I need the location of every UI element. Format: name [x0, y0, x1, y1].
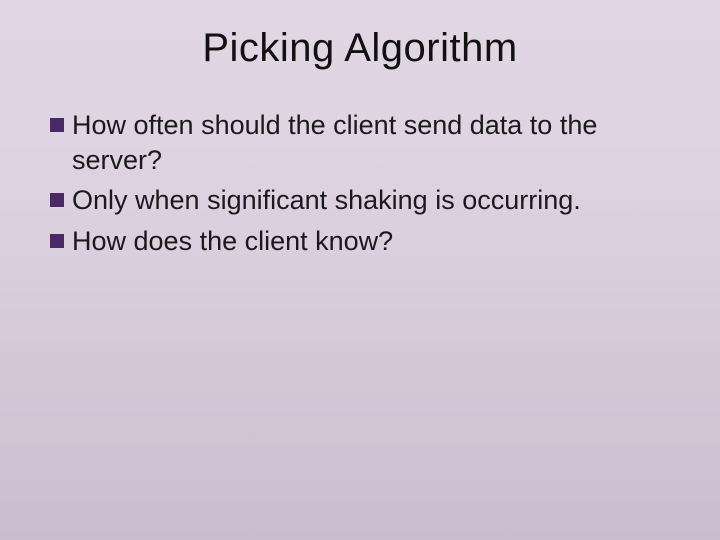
square-bullet-icon	[50, 234, 64, 248]
bullet-text: How often should the client send data to…	[72, 108, 670, 177]
bullet-text: How does the client know?	[72, 224, 670, 259]
slide: Picking Algorithm How often should the c…	[0, 0, 720, 540]
slide-title: Picking Algorithm	[0, 26, 720, 71]
slide-body: How often should the client send data to…	[50, 108, 670, 264]
square-bullet-icon	[50, 118, 64, 132]
bullet-text: Only when significant shaking is occurri…	[72, 183, 670, 218]
list-item: How does the client know?	[50, 224, 670, 259]
list-item: Only when significant shaking is occurri…	[50, 183, 670, 218]
list-item: How often should the client send data to…	[50, 108, 670, 177]
square-bullet-icon	[50, 193, 64, 207]
